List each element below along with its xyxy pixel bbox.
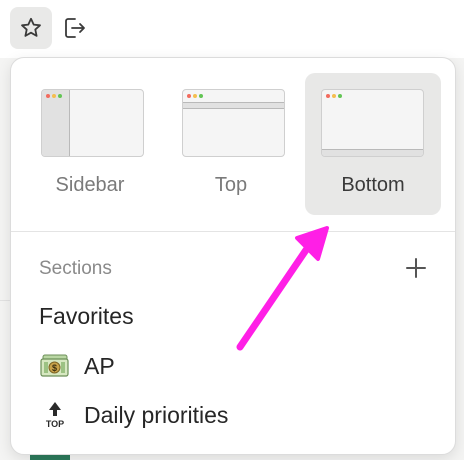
section-item-daily-priorities[interactable]: TOP Daily priorities — [39, 399, 229, 431]
log-out-icon — [65, 18, 85, 38]
bottom-layout-thumbnail — [321, 89, 424, 157]
window-controls — [187, 94, 203, 98]
section-item-label: AP — [84, 352, 115, 379]
layout-option-label: Top — [214, 174, 248, 196]
layout-popover: Sidebar Top Bottom Sections Favorites $ … — [10, 57, 456, 455]
thumbnail-sidebar-bar — [42, 90, 70, 156]
layout-option-label: Sidebar — [55, 174, 125, 196]
dollar-banknote-icon: $ — [39, 350, 71, 382]
plus-icon — [406, 258, 426, 278]
add-section-button[interactable] — [403, 255, 429, 281]
section-item-ap[interactable]: $ AP — [39, 350, 115, 382]
svg-text:$: $ — [52, 363, 57, 373]
window-controls — [326, 94, 342, 98]
sections-heading: Sections — [39, 258, 112, 279]
app-toolbar — [0, 0, 464, 58]
thumbnail-bottom-bar — [322, 149, 423, 156]
divider — [11, 231, 455, 232]
layout-option-label: Bottom — [341, 174, 405, 196]
favorite-button[interactable] — [10, 7, 52, 49]
section-item-label: Favorites — [39, 302, 134, 329]
svg-text:TOP: TOP — [46, 419, 64, 429]
thumbnail-top-bar — [183, 102, 284, 109]
section-item-favorites[interactable]: Favorites — [39, 300, 134, 332]
layout-option-top[interactable]: Top — [163, 73, 299, 215]
top-layout-thumbnail — [182, 89, 285, 157]
layout-option-bottom[interactable]: Bottom — [305, 73, 441, 215]
exit-button[interactable] — [54, 7, 96, 49]
layout-option-sidebar[interactable]: Sidebar — [22, 73, 158, 215]
sidebar-layout-thumbnail — [41, 89, 144, 157]
window-controls — [46, 94, 62, 98]
top-arrow-icon: TOP — [39, 399, 71, 431]
section-item-label: Daily priorities — [84, 401, 229, 428]
star-icon — [21, 17, 41, 37]
